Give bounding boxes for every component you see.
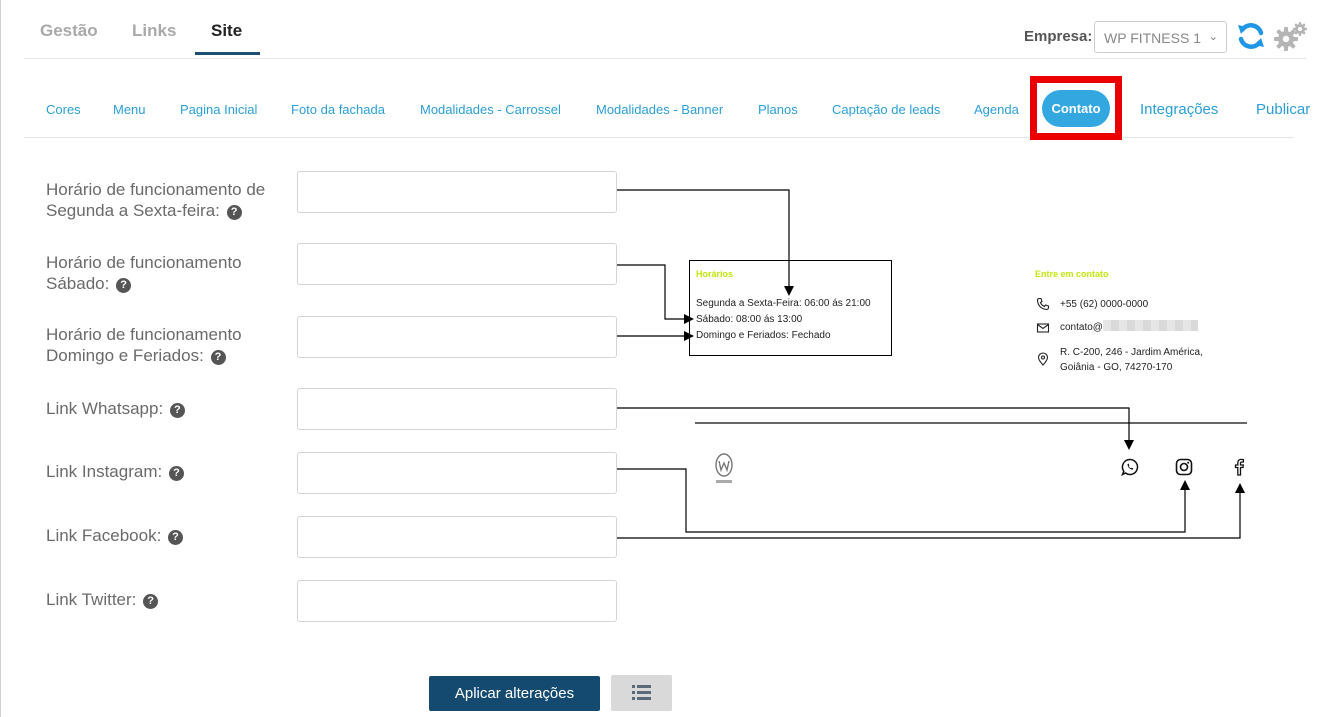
input-segunda-sexta[interactable]	[297, 171, 617, 213]
hours-title: Horários	[696, 269, 734, 279]
instagram-icon	[1175, 458, 1193, 476]
hours-line-weekday: Segunda a Sexta-Feira: 06:00 ás 21:00	[696, 298, 871, 309]
empresa-select[interactable]: WP FITNESS 1 ⌄	[1094, 21, 1227, 53]
subtab-modalidades-banner[interactable]: Modalidades - Banner	[596, 102, 723, 117]
chevron-down-icon: ⌄	[1208, 31, 1218, 43]
list-icon	[632, 685, 651, 700]
subtab-publicar[interactable]: Publicar	[1256, 101, 1310, 118]
subtab-cores[interactable]: Cores	[46, 102, 81, 117]
arrow-facebook	[617, 483, 1245, 539]
label-sabado: Horário de funcionamento Sábado: ?	[46, 253, 242, 293]
subtab-menu[interactable]: Menu	[113, 102, 146, 117]
hours-preview-box: Horários Segunda a Sexta-Feira: 06:00 ás…	[689, 260, 892, 356]
contact-email: contato@	[1060, 320, 1198, 335]
input-sabado[interactable]	[297, 243, 617, 285]
hours-line-sunday: Domingo e Feriados: Fechado	[696, 330, 831, 341]
tab-links[interactable]: Links	[132, 21, 176, 41]
refresh-icon[interactable]	[1236, 21, 1266, 51]
list-button[interactable]	[611, 675, 672, 711]
input-domingo-feriados[interactable]	[297, 316, 617, 358]
input-twitter[interactable]	[297, 580, 617, 622]
help-icon[interactable]: ?	[168, 530, 184, 545]
subtab-captacao-leads[interactable]: Captação de leads	[832, 102, 940, 117]
help-icon[interactable]: ?	[143, 594, 159, 609]
empresa-label: Empresa:	[1024, 28, 1093, 45]
location-pin-icon	[1037, 352, 1049, 366]
subtab-foto-fachada[interactable]: Foto da fachada	[291, 102, 385, 117]
subtab-agenda[interactable]: Agenda	[974, 102, 1019, 117]
arrow-sabado	[617, 264, 694, 324]
footer-divider	[695, 422, 1247, 424]
subtab-planos[interactable]: Planos	[758, 102, 798, 117]
label-twitter: Link Twitter: ?	[46, 589, 159, 610]
subtab-integracoes[interactable]: Integrações	[1140, 101, 1218, 118]
empresa-selected-value: WP FITNESS 1	[1104, 30, 1201, 46]
help-icon[interactable]: ?	[168, 466, 184, 481]
apply-changes-button[interactable]: Aplicar alterações	[429, 676, 600, 711]
phone-icon	[1036, 297, 1050, 311]
input-facebook[interactable]	[297, 516, 617, 558]
whatsapp-icon	[1121, 458, 1139, 476]
input-instagram[interactable]	[297, 452, 617, 494]
label-facebook: Link Facebook: ?	[46, 525, 184, 546]
subtab-pagina-inicial[interactable]: Pagina Inicial	[180, 102, 257, 117]
highlight-box	[1030, 76, 1122, 140]
arrow-whatsapp	[617, 407, 1134, 450]
label-segunda-sexta: Horário de funcionamento de Segunda a Se…	[46, 180, 266, 220]
help-icon[interactable]: ?	[116, 278, 132, 293]
label-whatsapp: Link Whatsapp: ?	[46, 398, 185, 419]
left-border	[0, 0, 1, 717]
subtab-modalidades-carrossel[interactable]: Modalidades - Carrossel	[420, 102, 561, 117]
arrow-instagram	[617, 468, 1190, 533]
active-tab-underline	[195, 52, 260, 55]
label-domingo-feriados: Horário de funcionamento Domingo e Feria…	[46, 325, 242, 365]
facebook-icon	[1234, 458, 1245, 476]
contact-title: Entre em contato	[1035, 269, 1109, 279]
help-icon[interactable]: ?	[169, 403, 185, 418]
tab-site[interactable]: Site	[211, 21, 242, 41]
redacted-email	[1102, 320, 1198, 331]
gear-icon[interactable]	[1274, 21, 1308, 53]
help-icon[interactable]: ?	[226, 205, 242, 220]
help-icon[interactable]: ?	[210, 350, 226, 365]
hours-line-saturday: Sábado: 08:00 ás 13:00	[696, 314, 803, 325]
label-instagram: Link Instagram: ?	[46, 461, 184, 482]
input-whatsapp[interactable]	[297, 388, 617, 430]
tab-gestao[interactable]: Gestão	[40, 21, 98, 41]
wp-fitness-logo	[715, 453, 733, 483]
mail-icon	[1036, 323, 1050, 333]
contact-address: R. C-200, 246 - Jardim América, Goiânia -…	[1060, 347, 1203, 373]
contact-phone: +55 (62) 0000-0000	[1060, 299, 1149, 310]
